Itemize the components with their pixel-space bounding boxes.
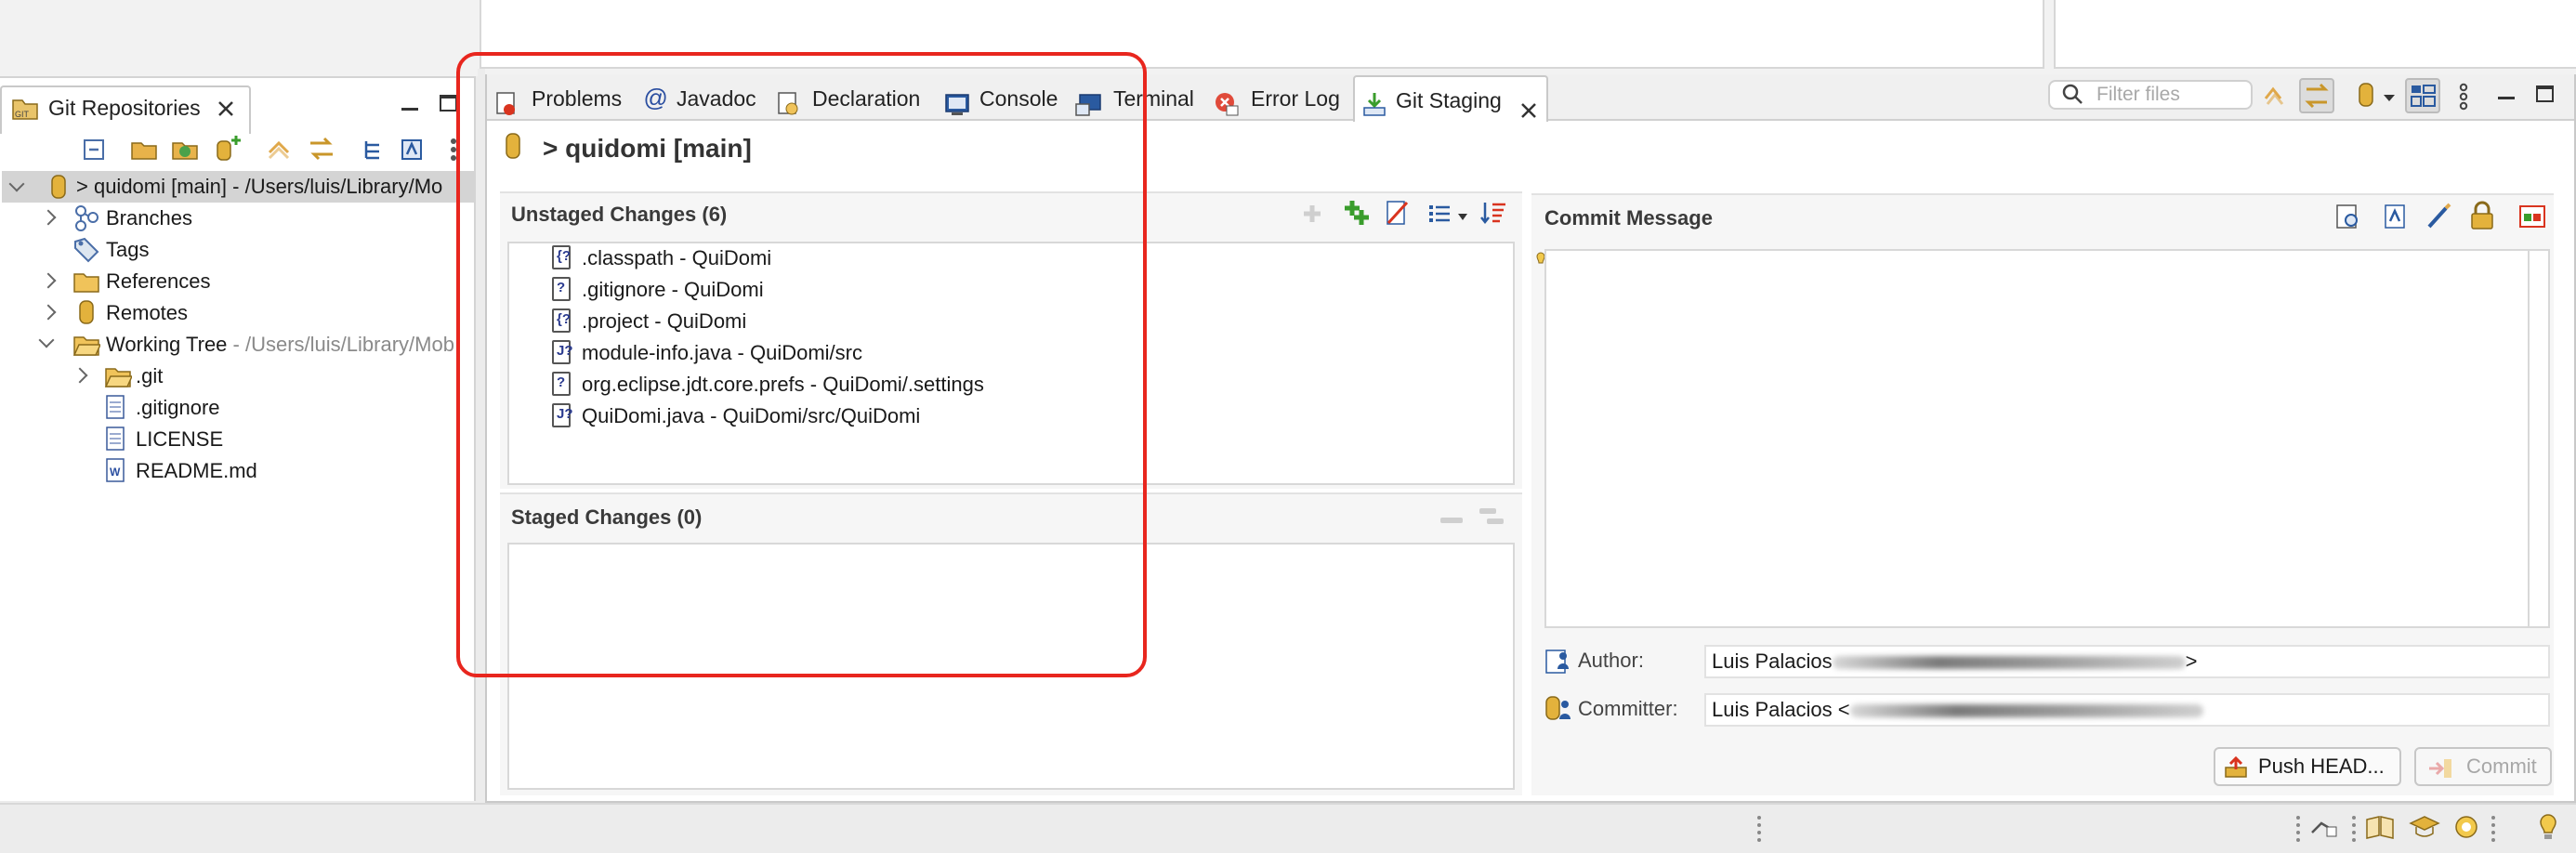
- svg-text:W: W: [110, 466, 121, 479]
- tab-error-log[interactable]: Error Log: [1214, 75, 1347, 122]
- committer-value: Luis Palacios <: [1712, 698, 1850, 721]
- editor-scrollbar[interactable]: [2528, 251, 2530, 626]
- sign-commit-icon[interactable]: [2468, 201, 2496, 230]
- maximize-icon[interactable]: [2535, 84, 2556, 104]
- hierarchical-view-icon[interactable]: [362, 138, 387, 162]
- tree-repo-quidomi[interactable]: > quidomi [main] - /Users/luis/Library/M…: [76, 171, 442, 203]
- book-icon[interactable]: [2364, 814, 2396, 840]
- tree-item-gitignore[interactable]: .gitignore: [136, 392, 220, 424]
- word-file-icon: W: [106, 458, 125, 482]
- working-tree-label: Working Tree: [106, 333, 228, 356]
- push-head-button[interactable]: Push HEAD...: [2214, 747, 2401, 786]
- branches-icon: [72, 204, 100, 232]
- tab-title: Git Repositories: [48, 96, 201, 120]
- add-repository-icon[interactable]: [130, 136, 158, 162]
- commit-button[interactable]: Commit: [2414, 747, 2552, 786]
- push-icon: [2223, 755, 2249, 781]
- unstage-all-icon[interactable]: [1478, 505, 1505, 528]
- tree-item-license[interactable]: LICENSE: [136, 424, 223, 455]
- commit-icon: [2427, 756, 2453, 781]
- collapse-all-icon[interactable]: [82, 138, 106, 162]
- progress-icon[interactable]: [2308, 814, 2340, 840]
- clone-repository-icon[interactable]: [171, 136, 199, 162]
- stage-icon[interactable]: [1301, 203, 1323, 225]
- tab-git-staging[interactable]: Git Staging: [1353, 75, 1548, 122]
- status-separator-icon: [2351, 814, 2357, 842]
- presentation-layout-icon[interactable]: [2405, 78, 2440, 113]
- author-label: Author:: [1578, 649, 1644, 672]
- git-staging-icon: [1362, 86, 1387, 116]
- git-repo-icon: GIT: [11, 95, 39, 123]
- folder-open-icon: [104, 364, 134, 388]
- signed-off-icon[interactable]: [2383, 203, 2411, 230]
- tree-item-references[interactable]: References: [106, 266, 211, 297]
- tab-label: Git Staging: [1396, 88, 1502, 112]
- link-with-selection-icon[interactable]: [2299, 78, 2334, 113]
- chevron-down-icon[interactable]: [1457, 210, 1468, 220]
- commit-label: Commit: [2466, 755, 2537, 778]
- status-separator-icon: [2491, 814, 2496, 842]
- folder-open-icon: [72, 333, 102, 357]
- error-log-icon: [1214, 86, 1240, 116]
- author-suffix: >: [2185, 650, 2198, 673]
- close-icon[interactable]: [1518, 90, 1539, 118]
- minimize-icon[interactable]: [400, 100, 420, 111]
- highlight-annotation: [456, 52, 1147, 677]
- committer-field[interactable]: Luis Palacios <: [1704, 693, 2550, 727]
- working-tree-path: - /Users/luis/Library/Mob: [227, 333, 454, 356]
- tree-item-branches[interactable]: Branches: [106, 203, 192, 234]
- tree-item-working-tree[interactable]: Working Tree - /Users/luis/Library/Mob: [106, 329, 454, 361]
- text-file-icon: [106, 426, 125, 451]
- committer-label: Committer:: [1578, 697, 1678, 720]
- status-bar: [0, 803, 2576, 853]
- search-icon: [2061, 83, 2083, 105]
- show-properties-icon[interactable]: [400, 138, 424, 162]
- commit-message-editor[interactable]: [1544, 249, 2550, 628]
- ignore-icon[interactable]: [1385, 199, 1411, 227]
- text-file-icon: [106, 395, 125, 419]
- unstage-icon[interactable]: [1439, 513, 1465, 523]
- sort-icon[interactable]: [1479, 199, 1507, 227]
- tree-item-readme[interactable]: README.md: [136, 455, 257, 487]
- status-separator-icon: [1756, 814, 1762, 842]
- lightbulb-icon[interactable]: [2537, 812, 2559, 842]
- svg-text:GIT: GIT: [15, 110, 30, 119]
- show-diff-icon[interactable]: [2334, 203, 2362, 230]
- refresh-icon[interactable]: [2260, 82, 2288, 110]
- view-menu-icon[interactable]: [2459, 82, 2468, 112]
- tab-label: Error Log: [1251, 86, 1340, 111]
- commit-message-title: Commit Message: [1544, 206, 1713, 230]
- committer-icon: [1543, 693, 1572, 723]
- tips-icon[interactable]: [2453, 814, 2479, 840]
- tree-item-tags[interactable]: Tags: [106, 234, 149, 266]
- author-value: Luis Palacios: [1712, 650, 1833, 673]
- tree-item-git-folder[interactable]: .git: [136, 361, 163, 392]
- outline-area-top: [2054, 0, 2576, 69]
- author-icon: [1543, 647, 1572, 675]
- repository-selector-icon[interactable]: [2357, 82, 2375, 110]
- create-repository-icon[interactable]: [214, 134, 243, 162]
- learn-icon[interactable]: [2409, 814, 2440, 840]
- tree-item-remotes[interactable]: Remotes: [106, 297, 188, 329]
- repository-icon: [50, 174, 67, 200]
- redacted-email: [1832, 656, 2186, 670]
- sync-icon[interactable]: [266, 136, 292, 162]
- push-head-label: Push HEAD...: [2258, 755, 2385, 778]
- link-with-selection-icon[interactable]: [307, 136, 336, 162]
- add-change-id-icon[interactable]: [2425, 203, 2453, 230]
- remotes-icon: [78, 299, 95, 325]
- redacted-email: [1849, 704, 2203, 718]
- commit-options-icon[interactable]: [2517, 203, 2548, 230]
- author-field[interactable]: Luis Palacios >: [1704, 645, 2550, 678]
- tags-icon: [72, 236, 100, 264]
- chevron-down-icon[interactable]: [2383, 91, 2396, 101]
- list-presentation-icon[interactable]: [1427, 203, 1452, 225]
- minimize-icon[interactable]: [2496, 89, 2517, 99]
- close-icon[interactable]: [216, 98, 236, 119]
- folder-icon: [72, 269, 100, 294]
- stage-all-icon[interactable]: [1342, 199, 1370, 227]
- status-separator-icon: [2295, 814, 2301, 842]
